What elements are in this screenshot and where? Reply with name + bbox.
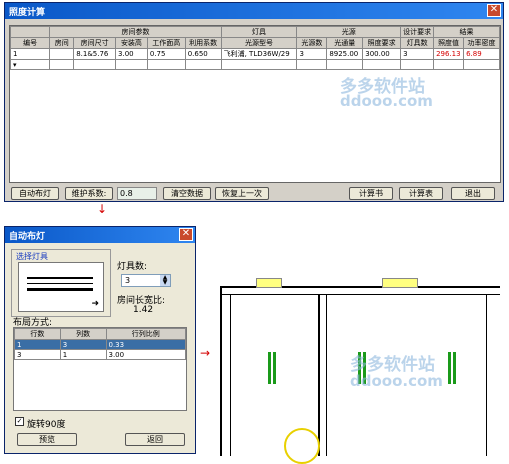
ratio-value: 1.42: [133, 305, 154, 315]
maintenance-label: 维护系数:: [65, 187, 113, 200]
rotate-label: 旋转90度: [27, 420, 66, 430]
lamp-count-value: 3: [125, 276, 131, 285]
layout-table: 行数 列数 行列比例 1 3 0.33 3 1 3.00: [14, 328, 186, 360]
preview-button[interactable]: 预览: [17, 433, 77, 446]
dialog-titlebar: 自动布灯 ✕: [5, 227, 195, 243]
spinner-arrows-icon[interactable]: ▲ ▼: [160, 275, 170, 286]
table-cell[interactable]: 8925.00: [326, 48, 364, 60]
table-cell[interactable]: 0.75: [146, 48, 186, 60]
close-icon[interactable]: ✕: [487, 4, 501, 17]
lamp-icon: [448, 352, 456, 384]
column-header[interactable]: 光通量: [326, 37, 364, 49]
watermark-url: ddooo.com: [340, 92, 433, 110]
column-header[interactable]: 行数: [14, 328, 61, 340]
column-header[interactable]: 行列比例: [105, 328, 186, 340]
table-cell[interactable]: 3: [296, 48, 328, 60]
select-lamp-group: 选择灯具 ➜: [11, 249, 111, 317]
group-header: 结果: [433, 26, 500, 38]
window-icon: [256, 278, 282, 288]
wall-line: [486, 294, 487, 456]
layout-header-row: 行数 列数 行列比例: [14, 328, 186, 340]
wall-line: [220, 294, 500, 295]
lamp-shape-icon: [27, 277, 93, 291]
table-cell[interactable]: 3: [59, 339, 107, 350]
group-header-blank: [10, 26, 51, 38]
maintenance-input[interactable]: 0.8: [117, 187, 157, 200]
table-cell[interactable]: 0.33: [105, 339, 186, 350]
table-cell[interactable]: 0.650: [184, 48, 222, 60]
column-header[interactable]: 利用系数: [184, 37, 222, 49]
layout-row[interactable]: 3 1 3.00: [14, 349, 186, 360]
column-header[interactable]: 编号: [10, 37, 51, 49]
wall-line: [220, 286, 222, 456]
wall-line: [326, 294, 327, 456]
table-cell[interactable]: ▾: [10, 59, 51, 70]
window-icon: [382, 278, 418, 288]
auto-layout-button[interactable]: 自动布灯: [11, 187, 59, 200]
column-header[interactable]: 照度值: [433, 37, 465, 49]
table-cell[interactable]: 6.89: [463, 48, 500, 60]
door-arc-icon: [284, 428, 320, 464]
column-header-row: 编号 房间 房间尺寸 安装高 工作面高 利用系数 光源型号 光源数 光通量 照度…: [10, 37, 500, 49]
table-row-empty[interactable]: ▾: [10, 59, 500, 70]
table-cell[interactable]: 1: [10, 48, 51, 60]
arrow-down-icon: ↓: [97, 202, 108, 216]
table-cell[interactable]: 3: [14, 349, 61, 360]
column-header[interactable]: 功率密度: [463, 37, 500, 49]
table-cell[interactable]: 8.1&5.76: [73, 48, 117, 60]
table-cell[interactable]: 1: [59, 349, 107, 360]
back-button[interactable]: 返回: [125, 433, 185, 446]
lamp-icon: [268, 352, 276, 384]
lamp-count-spinner[interactable]: 3 ▲ ▼: [121, 274, 171, 287]
column-header[interactable]: 房间尺寸: [73, 37, 117, 49]
layout-grid[interactable]: 行数 列数 行列比例 1 3 0.33 3 1 3.00: [13, 327, 187, 411]
table-cell[interactable]: 飞利浦, TLD36W/29: [220, 48, 298, 60]
column-header[interactable]: 照度要求: [362, 37, 402, 49]
exit-button[interactable]: 退出: [451, 187, 495, 200]
main-titlebar: 照度计算 ✕: [5, 3, 503, 19]
column-header[interactable]: 房间: [49, 37, 75, 49]
column-header[interactable]: 工作面高: [146, 37, 186, 49]
column-header[interactable]: 安装高: [115, 37, 148, 49]
arrow-right-icon: ➜: [91, 299, 99, 309]
group-header-row: 房间参数 灯具 光源 设计要求 结果: [10, 26, 500, 38]
lamp-count-label: 灯具数:: [117, 262, 148, 272]
group-header: 灯具: [220, 26, 298, 38]
watermark-url: ddooo.com: [350, 372, 443, 390]
table-cell[interactable]: 3.00: [105, 349, 186, 360]
table-cell[interactable]: 300.00: [362, 48, 402, 60]
wall-line: [318, 294, 320, 456]
calc-table-button[interactable]: 计算表: [399, 187, 443, 200]
table-cell[interactable]: 3: [400, 48, 435, 60]
table-cell[interactable]: [49, 48, 75, 60]
clear-button[interactable]: 清空数据: [163, 187, 211, 200]
result-table: 房间参数 灯具 光源 设计要求 结果 编号 房间 房间尺寸 安装高 工作面高 利…: [10, 26, 500, 70]
calc-book-button[interactable]: 计算书: [349, 187, 393, 200]
layout-row-selected[interactable]: 1 3 0.33: [14, 339, 186, 350]
close-icon[interactable]: ✕: [179, 228, 193, 241]
group-header: 房间参数: [49, 26, 222, 38]
dialog-title: 自动布灯: [9, 232, 46, 242]
table-cell[interactable]: 1: [14, 339, 61, 350]
wall-line: [230, 294, 231, 456]
column-header[interactable]: 灯具数: [400, 37, 435, 49]
column-header[interactable]: 列数: [59, 328, 107, 340]
lamp-preview[interactable]: ➜: [18, 262, 104, 312]
table-row[interactable]: 1 8.1&5.76 3.00 0.75 0.650 飞利浦, TLD36W/2…: [10, 48, 500, 60]
group-header: 设计要求: [400, 26, 435, 38]
arrow-right-icon: →: [200, 346, 211, 360]
column-header[interactable]: 光源型号: [220, 37, 298, 49]
group-header: 光源: [296, 26, 402, 38]
table-cell[interactable]: 3.00: [115, 48, 148, 60]
rotate-checkbox[interactable]: ✓: [15, 417, 24, 426]
restore-button[interactable]: 恢复上一次: [215, 187, 269, 200]
main-title: 照度计算: [9, 8, 46, 18]
column-header[interactable]: 光源数: [296, 37, 328, 49]
table-cell[interactable]: 296.13: [433, 48, 465, 60]
select-lamp-label: 选择灯具: [16, 252, 48, 261]
auto-layout-dialog: 自动布灯 ✕ 选择灯具 ➜ 灯具数: 3 ▲ ▼ 房间长宽比: 1.42 布局方式…: [4, 226, 196, 454]
